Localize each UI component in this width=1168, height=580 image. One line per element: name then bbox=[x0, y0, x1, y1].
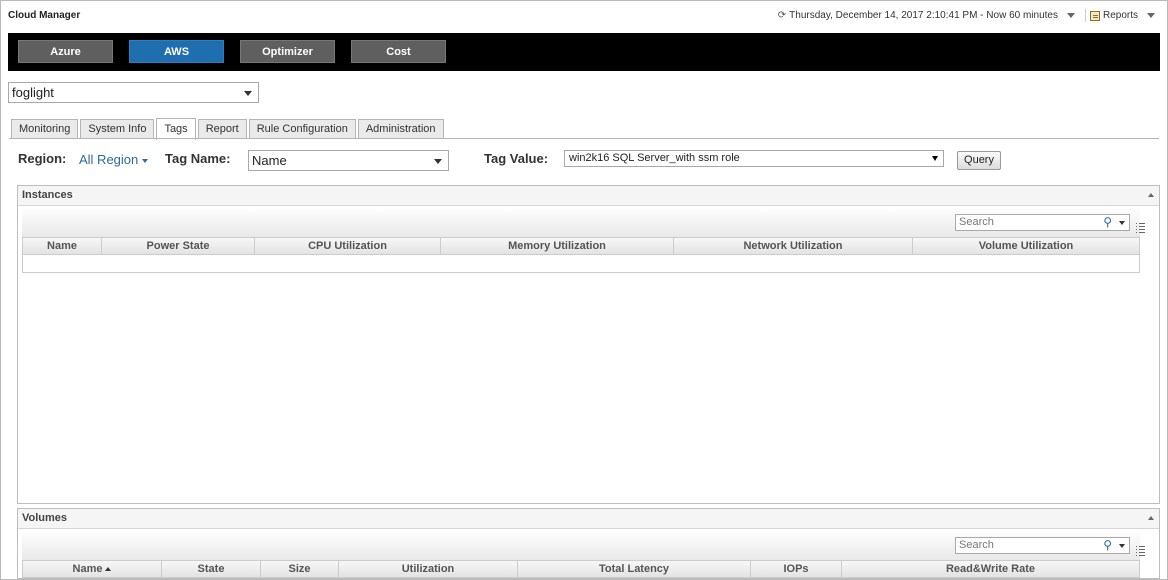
volumes-grid: Name State Size Utilization Total Latenc… bbox=[22, 560, 1140, 578]
region-value: All Region bbox=[79, 152, 139, 167]
tag-name-value: Name bbox=[252, 153, 287, 168]
dropdown-arrow-icon bbox=[932, 156, 938, 161]
column-header-state[interactable]: State bbox=[162, 561, 261, 577]
filter-bar: Region: All Region Tag Name: Name Tag Va… bbox=[18, 149, 1158, 173]
column-header-iops[interactable]: IOPs bbox=[751, 561, 842, 577]
column-header-volume-utilization[interactable]: Volume Utilization bbox=[913, 238, 1139, 254]
cost-button[interactable]: Cost bbox=[351, 40, 446, 63]
sort-ascending-icon bbox=[105, 567, 112, 572]
instances-search-input[interactable]: Search ⚲ bbox=[955, 214, 1145, 233]
search-placeholder: Search bbox=[959, 539, 994, 551]
column-header-memory-utilization[interactable]: Memory Utilization bbox=[441, 238, 674, 254]
instances-panel-header[interactable]: Instances bbox=[18, 186, 1159, 206]
server-select[interactable]: foglight bbox=[8, 82, 259, 103]
time-range-label: Thursday, December 14, 2017 2:10:41 PM -… bbox=[789, 10, 1058, 21]
dropdown-arrow-icon bbox=[434, 159, 442, 164]
column-header-name[interactable]: Name bbox=[23, 561, 162, 577]
aws-button[interactable]: AWS bbox=[129, 40, 224, 63]
column-header-network-utilization[interactable]: Network Utilization bbox=[674, 238, 913, 254]
tab-rule-configuration[interactable]: Rule Configuration bbox=[248, 119, 356, 139]
tab-administration[interactable]: Administration bbox=[357, 119, 444, 139]
column-header-read-write-rate[interactable]: Read&Write Rate bbox=[842, 561, 1139, 577]
tab-report[interactable]: Report bbox=[197, 119, 247, 139]
column-menu-icon[interactable] bbox=[1136, 223, 1145, 233]
tag-name-select[interactable]: Name bbox=[248, 150, 449, 171]
query-button[interactable]: Query bbox=[957, 151, 1001, 170]
tab-monitoring[interactable]: Monitoring bbox=[11, 119, 79, 139]
chevron-down-icon bbox=[1067, 13, 1075, 18]
tag-value-select[interactable]: win2k16 SQL Server_with ssm role bbox=[564, 150, 944, 167]
instances-grid-toolbar: Search ⚲ bbox=[22, 207, 1145, 237]
top-bar: Cloud Manager ⟳ Thursday, December 14, 2… bbox=[1, 1, 1167, 31]
column-menu-icon[interactable] bbox=[1136, 546, 1145, 556]
tab-underline bbox=[9, 138, 1159, 139]
time-range-selector[interactable]: ⟳ Thursday, December 14, 2017 2:10:41 PM… bbox=[778, 10, 1075, 21]
reports-menu[interactable]: Reports bbox=[1089, 10, 1155, 21]
app-title: Cloud Manager bbox=[8, 10, 81, 21]
column-header-cpu-utilization[interactable]: CPU Utilization bbox=[255, 238, 441, 254]
volumes-title: Volumes bbox=[22, 512, 68, 524]
column-header-utilization[interactable]: Utilization bbox=[339, 561, 518, 577]
divider bbox=[1085, 9, 1086, 22]
chevron-down-icon bbox=[142, 158, 149, 163]
optimizer-button[interactable]: Optimizer bbox=[240, 40, 335, 63]
column-header-total-latency[interactable]: Total Latency bbox=[518, 561, 751, 577]
volumes-search-input[interactable]: Search ⚲ bbox=[955, 537, 1145, 556]
chevron-down-icon bbox=[1147, 13, 1155, 18]
chevron-down-icon[interactable] bbox=[1119, 221, 1125, 225]
column-header-name-label: Name bbox=[72, 563, 103, 575]
region-dropdown[interactable]: All Region bbox=[79, 152, 149, 167]
tag-value-label: Tag Value: bbox=[484, 151, 549, 166]
instances-title: Instances bbox=[22, 189, 73, 201]
collapse-icon[interactable] bbox=[1148, 516, 1154, 520]
region-label: Region: bbox=[18, 151, 67, 166]
window-frame: Cloud Manager ⟳ Thursday, December 14, 2… bbox=[0, 0, 1168, 580]
volumes-panel: Volumes Search ⚲ Name State Size Utiliza… bbox=[17, 508, 1160, 579]
volumes-grid-header: Name State Size Utilization Total Latenc… bbox=[23, 561, 1139, 578]
tab-tags[interactable]: Tags bbox=[156, 118, 196, 140]
chevron-down-icon[interactable] bbox=[1119, 544, 1125, 548]
report-icon bbox=[1089, 10, 1100, 21]
server-select-value: foglight bbox=[12, 85, 54, 100]
search-placeholder: Search bbox=[959, 216, 994, 228]
column-header-power-state[interactable]: Power State bbox=[102, 238, 255, 254]
collapse-icon[interactable] bbox=[1148, 193, 1154, 197]
instances-grid: Name Power State CPU Utilization Memory … bbox=[22, 237, 1140, 273]
refresh-clock-icon: ⟳ bbox=[777, 10, 787, 21]
column-header-name[interactable]: Name bbox=[23, 238, 102, 254]
volumes-panel-header[interactable]: Volumes bbox=[18, 509, 1159, 529]
search-icon[interactable]: ⚲ bbox=[1103, 538, 1112, 553]
instances-grid-body bbox=[23, 255, 1139, 272]
tab-bar: Monitoring System Info Tags Report Rule … bbox=[11, 118, 444, 140]
instances-grid-header: Name Power State CPU Utilization Memory … bbox=[23, 238, 1139, 255]
azure-button[interactable]: Azure bbox=[18, 40, 113, 63]
tag-value-value: win2k16 SQL Server_with ssm role bbox=[569, 152, 740, 164]
reports-label: Reports bbox=[1102, 10, 1138, 21]
cloud-nav-bar: Azure AWS Optimizer Cost bbox=[8, 33, 1160, 71]
volumes-grid-toolbar: Search ⚲ bbox=[22, 530, 1145, 560]
dropdown-arrow-icon bbox=[244, 91, 252, 96]
tab-system-info[interactable]: System Info bbox=[80, 119, 155, 139]
instances-panel: Instances Search ⚲ Name Power State CPU … bbox=[17, 185, 1160, 504]
tag-name-label: Tag Name: bbox=[165, 151, 231, 166]
column-header-size[interactable]: Size bbox=[261, 561, 339, 577]
search-icon[interactable]: ⚲ bbox=[1103, 215, 1112, 230]
